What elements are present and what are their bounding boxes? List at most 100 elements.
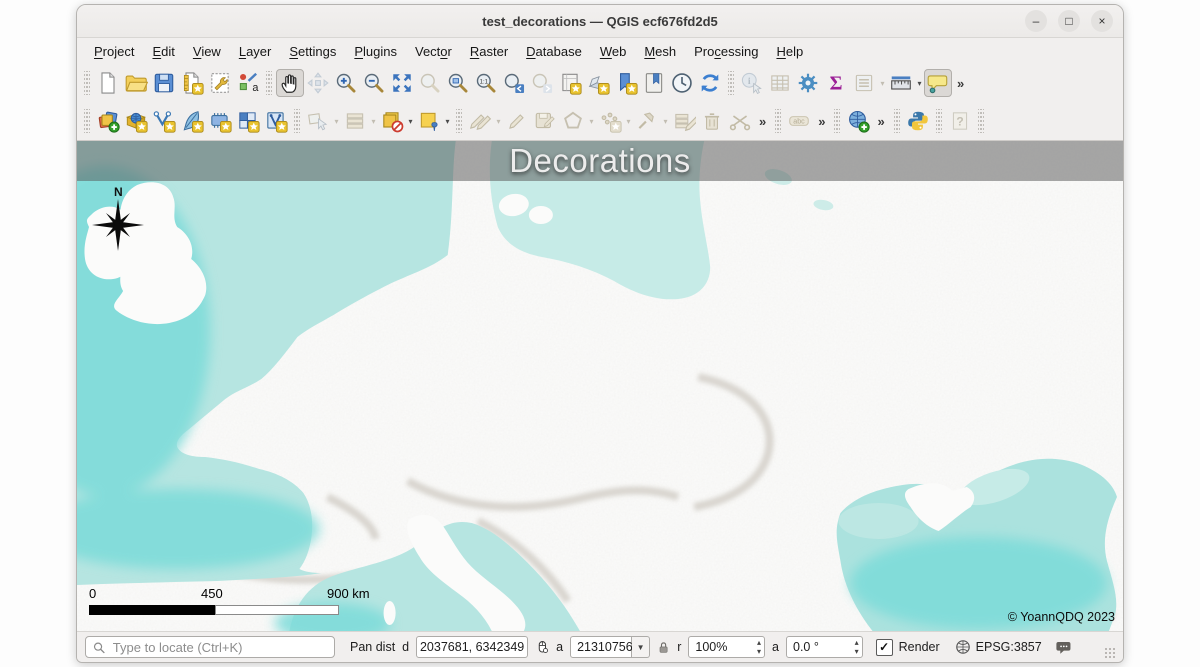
new-spatial-bookmark-button[interactable] — [612, 69, 640, 97]
attribute-actions-dropdown-caret[interactable]: ▾ — [878, 79, 887, 88]
save-project-button[interactable] — [150, 69, 178, 97]
lock-scale-icon[interactable] — [657, 639, 670, 656]
maximize-button[interactable]: □ — [1058, 10, 1080, 32]
locator-input[interactable] — [111, 639, 327, 656]
zoom-full-button[interactable] — [388, 69, 416, 97]
add-vector-layer-button[interactable] — [150, 107, 178, 135]
add-raster-layer-button[interactable] — [234, 107, 262, 135]
mouse-position-icon[interactable] — [535, 638, 549, 656]
python-console-button[interactable] — [904, 107, 932, 135]
help-contents-button[interactable]: ? — [946, 107, 974, 135]
menu-settings[interactable]: Settings — [280, 41, 345, 62]
add-mesh-layer-button[interactable] — [206, 107, 234, 135]
menu-database[interactable]: Database — [517, 41, 591, 62]
zoom-next-button[interactable] — [528, 69, 556, 97]
pan-to-selection-button[interactable] — [304, 69, 332, 97]
toggle-editing-button[interactable] — [503, 107, 531, 135]
rotation-spinbox[interactable]: 0.0 ° ▴▾ — [786, 636, 863, 658]
resize-grip[interactable] — [1104, 647, 1115, 660]
add-spatialite-layer-button[interactable] — [178, 107, 206, 135]
menu-web[interactable]: Web — [591, 41, 636, 62]
scale-dropdown-button[interactable]: ▼ — [632, 636, 650, 658]
toolbar-handle[interactable] — [84, 71, 90, 95]
show-layout-manager-button[interactable] — [206, 69, 234, 97]
current-edits-dropdown-caret[interactable]: ▾ — [494, 117, 503, 126]
temporal-controller-button[interactable] — [668, 69, 696, 97]
toolbar-handle[interactable] — [266, 71, 272, 95]
toolbar-overflow-button[interactable]: » — [813, 114, 830, 129]
select-features-button[interactable] — [304, 107, 332, 135]
toolbar-handle[interactable] — [936, 109, 942, 133]
menu-processing[interactable]: Processing — [685, 41, 767, 62]
coordinate-box[interactable]: 2037681, 6342349 — [416, 636, 528, 658]
identify-features-button[interactable]: i — [738, 69, 766, 97]
new-layer-dropdown-caret[interactable]: ▾ — [406, 117, 415, 126]
toolbar-handle[interactable] — [456, 109, 462, 133]
modify-attributes-dropdown-caret[interactable]: ▾ — [661, 117, 670, 126]
statistics-panel-button[interactable]: Σ — [822, 69, 850, 97]
add-feature-dropdown-caret[interactable]: ▾ — [587, 117, 596, 126]
open-attribute-table-button[interactable] — [766, 69, 794, 97]
show-spatial-bookmarks-button[interactable] — [640, 69, 668, 97]
style-manager-button[interactable]: a — [234, 69, 262, 97]
scale-box[interactable]: 21310756 — [570, 636, 632, 658]
spin-arrows[interactable]: ▴▾ — [855, 638, 859, 656]
add-point-cloud-layer-button[interactable] — [262, 107, 290, 135]
menu-vector[interactable]: Vector — [406, 41, 461, 62]
new-shapefile-layer-button[interactable] — [415, 107, 443, 135]
merge-features-button[interactable] — [670, 107, 698, 135]
menu-layer[interactable]: Layer — [230, 41, 281, 62]
messages-icon[interactable] — [1056, 639, 1072, 656]
menu-edit[interactable]: Edit — [143, 41, 183, 62]
crs-widget[interactable]: EPSG:3857 — [955, 639, 1042, 655]
new-map-view-button[interactable] — [556, 69, 584, 97]
select-features-dropdown-caret[interactable]: ▾ — [332, 117, 341, 126]
map-tips-button[interactable] — [924, 69, 952, 97]
menu-mesh[interactable]: Mesh — [635, 41, 685, 62]
deselect-features-button[interactable] — [341, 107, 369, 135]
render-checkbox[interactable]: ✓ — [876, 639, 893, 656]
current-edits-button[interactable] — [466, 107, 494, 135]
data-source-manager-button[interactable] — [94, 107, 122, 135]
attribute-actions-button[interactable] — [850, 69, 878, 97]
zoom-to-layer-button[interactable] — [444, 69, 472, 97]
toolbar-handle[interactable] — [294, 109, 300, 133]
labeling-button[interactable]: abc — [785, 107, 813, 135]
processing-toolbox-button[interactable] — [794, 69, 822, 97]
new-shapefile-layer-dropdown-caret[interactable]: ▾ — [443, 117, 452, 126]
delete-selected-button[interactable] — [698, 107, 726, 135]
toolbar-handle[interactable] — [834, 109, 840, 133]
locator-search[interactable] — [85, 636, 335, 658]
menu-help[interactable]: Help — [767, 41, 812, 62]
close-button[interactable]: × — [1091, 10, 1113, 32]
new-3d-map-view-button[interactable] — [584, 69, 612, 97]
refresh-button[interactable] — [696, 69, 724, 97]
metasearch-button[interactable] — [844, 107, 872, 135]
title-bar[interactable]: test_decorations — QGIS ecf676fd2d5 – □ … — [77, 5, 1123, 38]
vertex-tool-dropdown-caret[interactable]: ▾ — [624, 117, 633, 126]
magnifier-spinbox[interactable]: 100% ▴▾ — [688, 636, 765, 658]
measure-button[interactable] — [887, 69, 915, 97]
toolbar-handle[interactable] — [978, 109, 984, 133]
new-print-layout-button[interactable] — [178, 69, 206, 97]
save-edits-button[interactable] — [531, 107, 559, 135]
pan-map-button[interactable] — [276, 69, 304, 97]
add-feature-button[interactable] — [559, 107, 587, 135]
add-data-source-button[interactable] — [122, 107, 150, 135]
new-project-button[interactable] — [94, 69, 122, 97]
zoom-last-button[interactable] — [500, 69, 528, 97]
zoom-native-button[interactable]: 1:1 — [472, 69, 500, 97]
menu-plugins[interactable]: Plugins — [345, 41, 406, 62]
toolbar-handle[interactable] — [84, 109, 90, 133]
toolbar-handle[interactable] — [894, 109, 900, 133]
minimize-button[interactable]: – — [1025, 10, 1047, 32]
zoom-in-button[interactable] — [332, 69, 360, 97]
zoom-to-selection-button[interactable] — [416, 69, 444, 97]
toolbar-handle[interactable] — [728, 71, 734, 95]
measure-dropdown-caret[interactable]: ▾ — [915, 79, 924, 88]
toolbar-overflow-button[interactable]: » — [872, 114, 889, 129]
menu-view[interactable]: View — [184, 41, 230, 62]
zoom-out-button[interactable] — [360, 69, 388, 97]
deselect-features-dropdown-caret[interactable]: ▾ — [369, 117, 378, 126]
toolbar-overflow-button[interactable]: » — [952, 76, 969, 91]
